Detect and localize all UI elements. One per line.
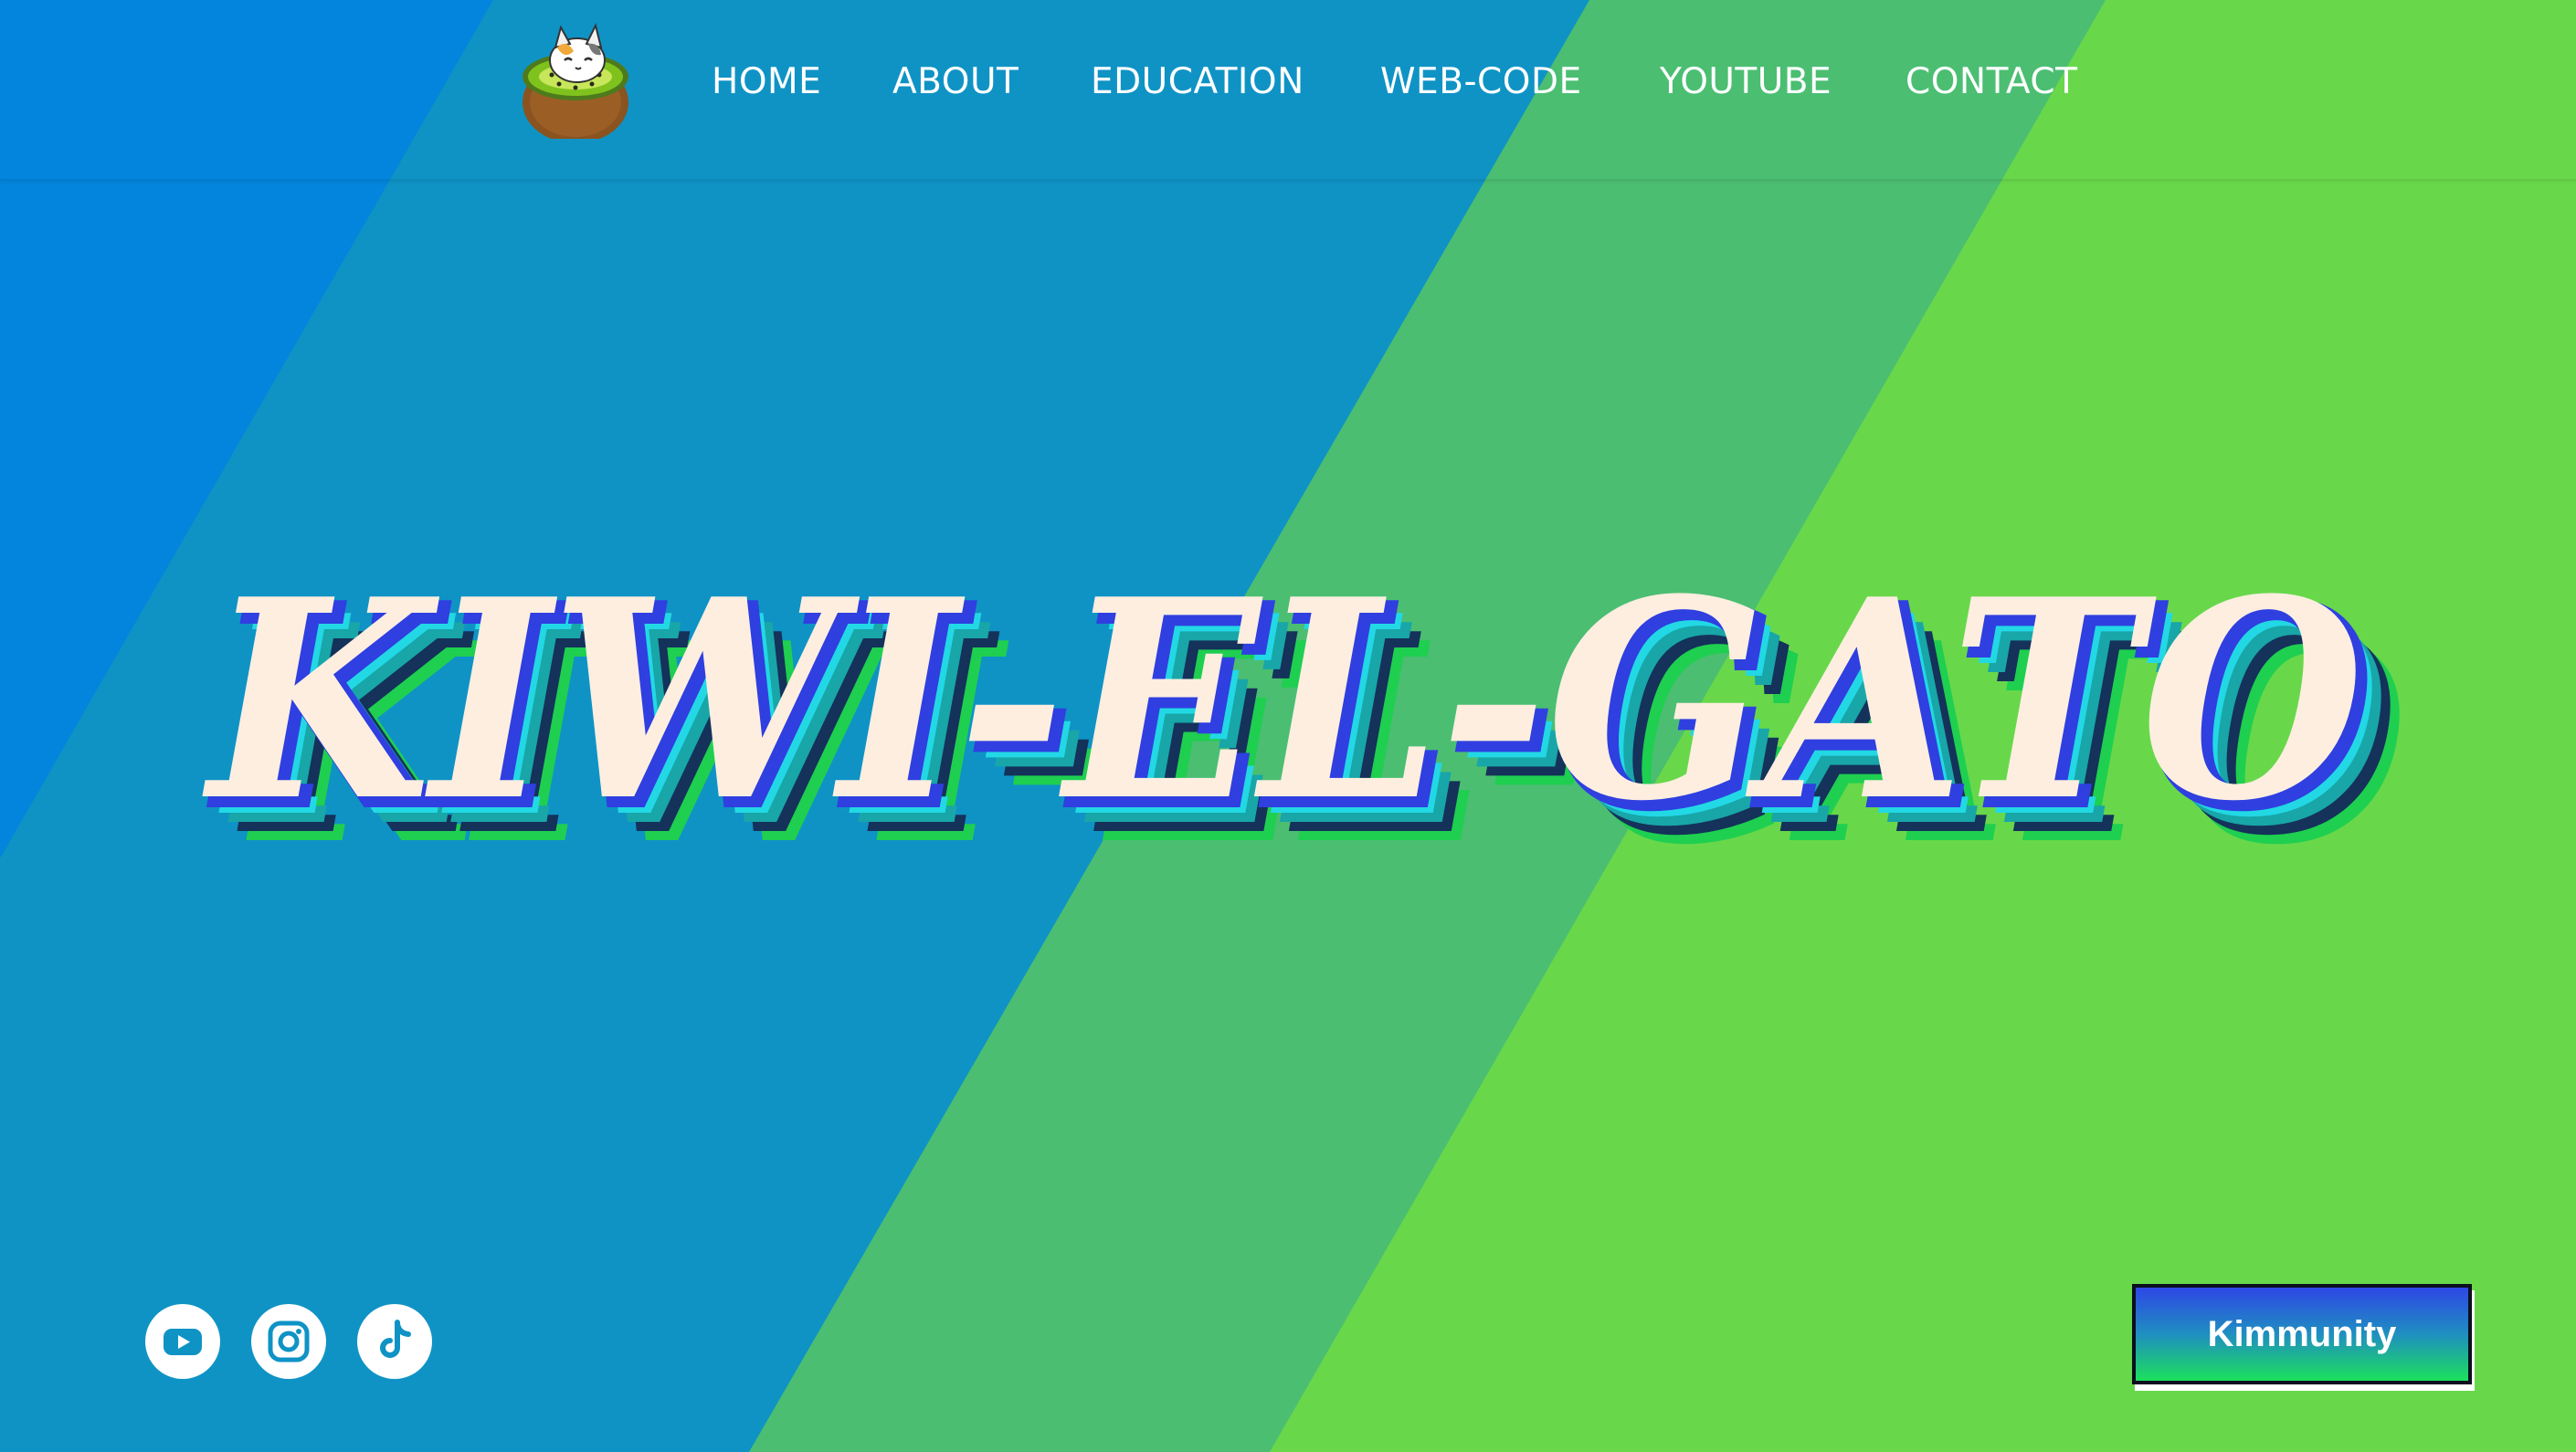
- nav-home[interactable]: HOME: [712, 55, 821, 110]
- hero: KIWI-EL-GATO KIWI-EL-GATO KIWI-EL-GATO K…: [0, 457, 2576, 931]
- site-header: HOME ABOUT EDUCATION WEB-CODE YOUTUBE CO…: [0, 0, 2576, 181]
- nav-about[interactable]: ABOUT: [892, 55, 1019, 110]
- nav-contact[interactable]: CONTACT: [1906, 55, 2077, 110]
- main-nav: HOME ABOUT EDUCATION WEB-CODE YOUTUBE CO…: [0, 55, 2576, 110]
- nav-web-code[interactable]: WEB-CODE: [1380, 55, 1582, 110]
- instagram-icon: [268, 1320, 310, 1363]
- tiktok-link[interactable]: [357, 1304, 432, 1379]
- youtube-icon: [164, 1329, 202, 1355]
- nav-education[interactable]: EDUCATION: [1091, 55, 1304, 110]
- instagram-link[interactable]: [251, 1304, 326, 1379]
- youtube-link[interactable]: [145, 1304, 220, 1379]
- hero-title: KIWI-EL-GATO: [200, 539, 2365, 861]
- hero-title-graphic: KIWI-EL-GATO KIWI-EL-GATO KIWI-EL-GATO K…: [200, 539, 2409, 905]
- kimmunity-button[interactable]: Kimmunity: [2132, 1284, 2472, 1384]
- nav-youtube[interactable]: YOUTUBE: [1660, 55, 1832, 110]
- tiktok-icon: [380, 1320, 411, 1358]
